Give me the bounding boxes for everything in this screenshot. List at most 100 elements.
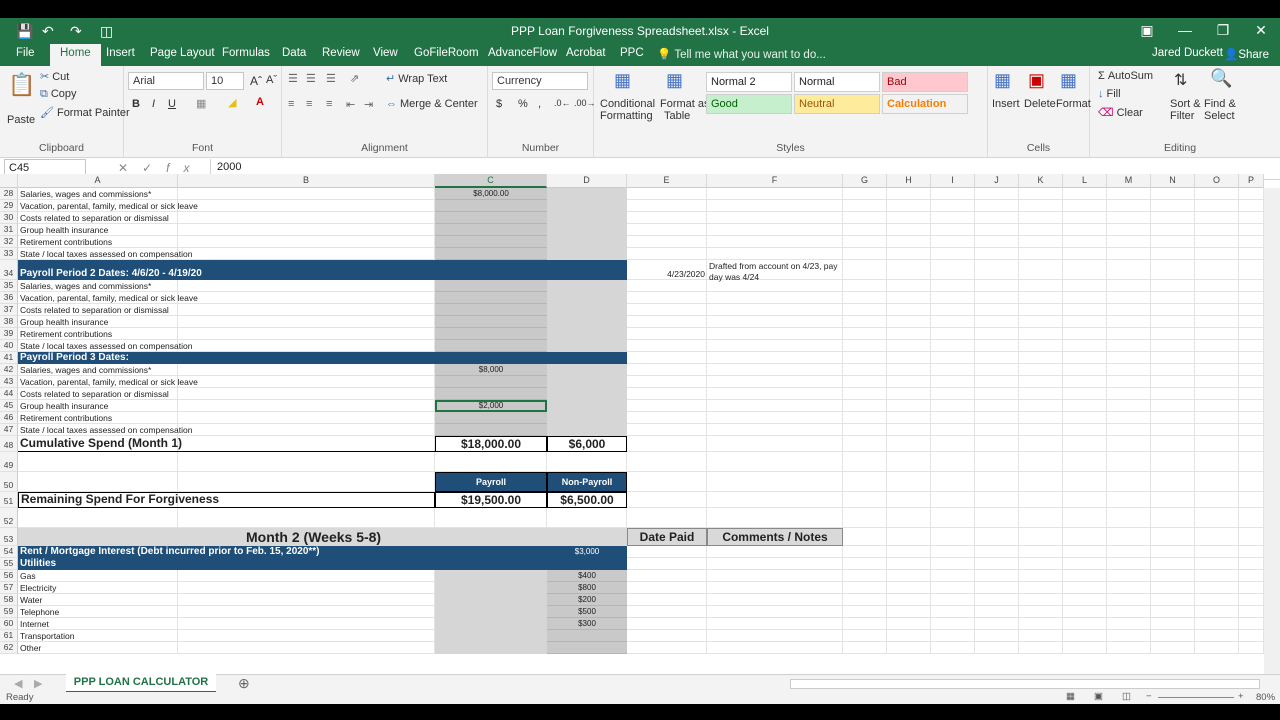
function-icon[interactable]: fx [166,161,203,175]
gridcell-i33[interactable] [931,248,975,260]
gridcell-m32[interactable] [1107,236,1151,248]
gridcell-m31[interactable] [1107,224,1151,236]
conditional-formatting-button[interactable]: Conditional [600,98,655,110]
cell-a48[interactable]: Cumulative Spend (Month 1) [18,436,435,452]
gridcell-i39[interactable] [931,328,975,340]
gridcell-f44[interactable] [707,388,843,400]
gridcell-g54[interactable] [843,546,887,558]
gridcell-g29[interactable] [843,200,887,212]
row-header-28[interactable]: 28 [0,188,18,200]
align-middle-icon[interactable]: ☰ [306,72,316,85]
gridcell-i48[interactable] [931,436,975,452]
column-header-o[interactable]: O [1195,174,1239,188]
cell-a60[interactable]: Internet [18,618,51,630]
cell-a30[interactable]: Costs related to separation or dismissal [18,212,171,224]
gridcell-f54[interactable] [707,546,843,558]
gridcell-j60[interactable] [975,618,1019,630]
gridcell-m52[interactable] [1107,508,1151,528]
gridcell-n34[interactable] [1151,260,1195,280]
copy-button[interactable]: ⧉ Copy [40,88,77,101]
gridcell-f39[interactable] [707,328,843,340]
cell-a47[interactable]: State / local taxes assessed on compensa… [18,424,194,436]
gridcell-j46[interactable] [975,412,1019,424]
tab-advanceflow[interactable]: AdvanceFlow [488,47,557,59]
gridcell-b49[interactable] [178,452,435,472]
cut-button[interactable]: ✂ Cut [40,70,69,83]
gridcell-o47[interactable] [1195,424,1239,436]
format-as-table-button[interactable]: Format as [660,98,710,110]
gridcell-k28[interactable] [1019,188,1063,200]
gridcell-l41[interactable] [1063,352,1107,364]
gridcell-j29[interactable] [975,200,1019,212]
row-header-43[interactable]: 43 [0,376,18,388]
gridcell-k54[interactable] [1019,546,1063,558]
gridcell-i46[interactable] [931,412,975,424]
align-bottom-icon[interactable]: ☰ [326,72,336,85]
gridcell-h49[interactable] [887,452,931,472]
gridcell-h34[interactable] [887,260,931,280]
gridcell-o51[interactable] [1195,492,1239,508]
gridcell-i53[interactable] [931,528,975,546]
gridcell-i35[interactable] [931,280,975,292]
gridcell-m53[interactable] [1107,528,1151,546]
gridcell-b40[interactable] [178,340,435,352]
gridcell-k61[interactable] [1019,630,1063,642]
gridcell-f57[interactable] [707,582,843,594]
gridcell-o56[interactable] [1195,570,1239,582]
gridcell-b31[interactable] [178,224,435,236]
gridcell-a50[interactable] [18,472,178,492]
gridcell-e54[interactable] [627,546,707,558]
gridcell-h40[interactable] [887,340,931,352]
gridcell-p49[interactable] [1239,452,1264,472]
gridcell-h43[interactable] [887,376,931,388]
gridcell-j45[interactable] [975,400,1019,412]
gridcell-f41[interactable] [707,352,843,364]
gridcell-l30[interactable] [1063,212,1107,224]
gridcell-h50[interactable] [887,472,931,492]
gridcell-n36[interactable] [1151,292,1195,304]
gridcell-k47[interactable] [1019,424,1063,436]
gridcell-i50[interactable] [931,472,975,492]
cell-a62[interactable]: Other [18,642,43,654]
gridcell-a52[interactable] [18,508,178,528]
gridcell-n53[interactable] [1151,528,1195,546]
gridcell-l58[interactable] [1063,594,1107,606]
cell-a56[interactable]: Gas [18,570,38,582]
gridcell-o30[interactable] [1195,212,1239,224]
align-right-icon[interactable]: ≡ [326,98,332,110]
gridcell-f56[interactable] [707,570,843,582]
gridcell-f61[interactable] [707,630,843,642]
gridcell-n54[interactable] [1151,546,1195,558]
gridcell-o46[interactable] [1195,412,1239,424]
gridcell-i59[interactable] [931,606,975,618]
gridcell-n40[interactable] [1151,340,1195,352]
gridcell-g34[interactable] [843,260,887,280]
next-sheet-icon[interactable]: ▶ [34,677,42,690]
gridcell-o34[interactable] [1195,260,1239,280]
gridcell-b36[interactable] [178,292,435,304]
align-left-icon[interactable]: ≡ [288,98,294,110]
gridcell-o59[interactable] [1195,606,1239,618]
gridcell-g37[interactable] [843,304,887,316]
autosum-button[interactable]: Σ AutoSum [1098,70,1153,82]
cell-c50[interactable]: Payroll [435,472,547,492]
column-header-l[interactable]: L [1063,174,1107,188]
tab-acrobat[interactable]: Acrobat [566,47,606,59]
gridcell-j31[interactable] [975,224,1019,236]
zoom-in-icon[interactable]: + [1238,691,1244,702]
gridcell-n58[interactable] [1151,594,1195,606]
cell-d60[interactable]: $300 [547,618,627,630]
number-format-select[interactable]: Currency [492,72,588,90]
zoom-out-icon[interactable]: − [1146,691,1152,702]
gridcell-l40[interactable] [1063,340,1107,352]
gridcell-k34[interactable] [1019,260,1063,280]
gridcell-e51[interactable] [627,492,707,508]
find-select-icon[interactable]: 🔍 [1210,68,1232,89]
column-header-i[interactable]: I [931,174,975,188]
gridcell-m58[interactable] [1107,594,1151,606]
gridcell-j61[interactable] [975,630,1019,642]
gridcell-p54[interactable] [1239,546,1264,558]
gridcell-e57[interactable] [627,582,707,594]
page-layout-view-icon[interactable]: ▣ [1094,691,1103,702]
gridcell-p32[interactable] [1239,236,1264,248]
